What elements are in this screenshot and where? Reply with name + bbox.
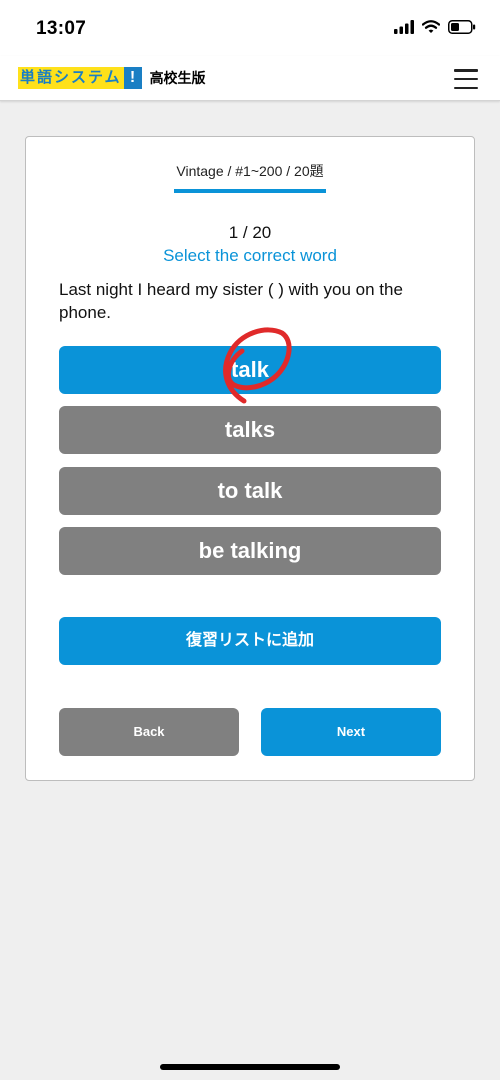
option-button-talks[interactable]: talks [59, 406, 441, 454]
breadcrumb: Vintage / #1~200 / 20題 [176, 163, 324, 179]
hamburger-menu-icon[interactable] [454, 69, 478, 89]
status-time: 13:07 [36, 18, 87, 39]
breadcrumb-underline [174, 189, 326, 193]
wifi-icon [421, 20, 441, 39]
next-button[interactable]: Next [261, 708, 441, 756]
logo-bang: ! [123, 67, 142, 89]
back-button[interactable]: Back [59, 708, 239, 756]
battery-icon [448, 20, 476, 39]
signal-icon [394, 20, 414, 39]
app-logo[interactable]: 単語システム ! 高校生版 [18, 67, 206, 89]
menu-line [454, 69, 478, 72]
quiz-card: Vintage / #1~200 / 20題 1 / 20 Select the… [25, 136, 475, 781]
home-indicator[interactable] [160, 1064, 340, 1070]
status-bar: 13:07 [0, 0, 500, 56]
logo-box: 単語システム [18, 67, 124, 89]
option-button-be-talking[interactable]: be talking [59, 527, 441, 575]
add-to-review-list-button[interactable]: 復習リストに追加 [59, 617, 441, 665]
instruction-text: Select the correct word [163, 246, 337, 265]
menu-line [454, 77, 478, 81]
progress-count: 1 / 20 [228, 223, 272, 242]
status-icons [394, 20, 476, 39]
app-header: 単語システム ! 高校生版 [0, 56, 500, 101]
logo-text: 単語システム [20, 69, 122, 86]
option-button-talk[interactable]: talk [59, 346, 441, 394]
menu-line [454, 86, 478, 89]
logo-subtitle: 高校生版 [149, 70, 206, 86]
question-text: Last night I heard my sister ( ) with yo… [59, 280, 403, 322]
option-button-to-talk[interactable]: to talk [59, 467, 441, 515]
